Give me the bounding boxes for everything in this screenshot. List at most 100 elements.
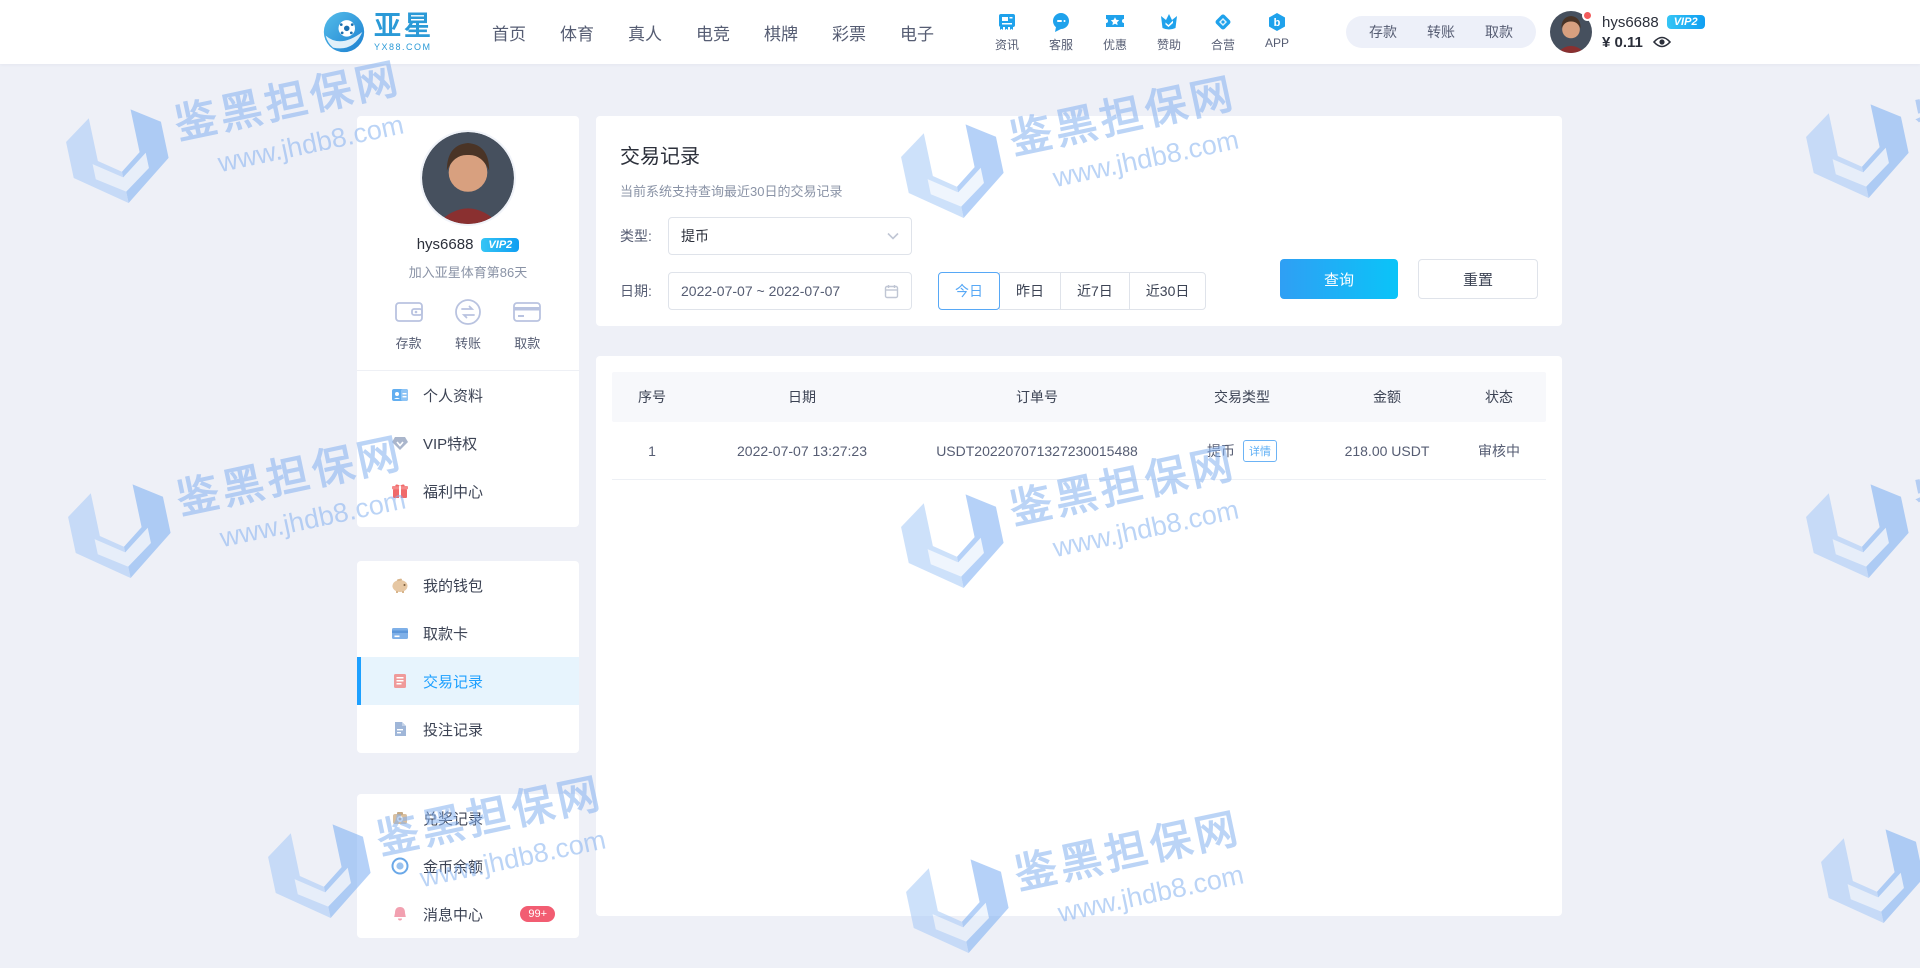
app-icon: b	[1266, 11, 1288, 33]
nav-home[interactable]: 首页	[492, 20, 526, 45]
query-button[interactable]: 查询	[1280, 259, 1398, 299]
coin-icon	[391, 857, 409, 875]
quick-range-group: 今日 昨日 近7日 近30日	[938, 272, 1206, 310]
reset-button[interactable]: 重置	[1418, 259, 1538, 299]
avatar[interactable]	[420, 130, 516, 226]
sidebar-item-prizes[interactable]: 兑奖记录	[357, 794, 579, 842]
pill-withdraw[interactable]: 取款	[1470, 22, 1528, 42]
user-block: hys6688 VIP2 ¥ 0.11	[1550, 11, 1705, 53]
quick-label: 客服	[1049, 36, 1073, 53]
quick-links: 资讯 客服 优惠 赞助 合营 b	[982, 11, 1306, 53]
profile-vip-badge: VIP2	[481, 238, 519, 252]
partner-handshake-icon	[1212, 11, 1234, 33]
news-icon	[996, 11, 1018, 33]
quick-label: APP	[1265, 36, 1289, 50]
range-yesterday-button[interactable]: 昨日	[999, 272, 1061, 310]
bets-doc-icon	[391, 720, 409, 738]
quick-news[interactable]: 资讯	[982, 11, 1032, 53]
menu-label: VIP特权	[423, 433, 477, 454]
nav-live[interactable]: 真人	[628, 20, 662, 45]
page-title: 交易记录	[620, 140, 1538, 169]
sidebar-item-vip[interactable]: VIP特权	[357, 419, 579, 467]
watermark: 鉴黑担保网www.jhdb8.com	[1794, 414, 1920, 592]
bank-card-icon	[391, 624, 409, 642]
eye-icon[interactable]	[1653, 35, 1671, 49]
quick-promo[interactable]: 优惠	[1090, 11, 1140, 53]
filter-card: 交易记录 当前系统支持查询最近30日的交易记录 类型: 提币 日期: 2022-…	[596, 116, 1562, 326]
menu-label: 取款卡	[423, 623, 468, 644]
watermark-logo-icon	[1794, 94, 1920, 212]
date-range-input[interactable]: 2022-07-07 ~ 2022-07-07	[668, 272, 912, 310]
quick-label: 资讯	[995, 36, 1019, 53]
vip-gem-icon	[391, 434, 409, 452]
prize-icon	[391, 809, 409, 827]
nav-slots[interactable]: 电子	[900, 20, 934, 45]
col-status: 状态	[1452, 387, 1546, 407]
sidebar-item-withdraw-card[interactable]: 取款卡	[357, 609, 579, 657]
col-index: 序号	[612, 387, 692, 407]
sidebar-transfer-button[interactable]: 转账	[452, 297, 484, 352]
quick-label: 优惠	[1103, 36, 1127, 53]
sidebar-item-messages[interactable]: 消息中心 99+	[357, 890, 579, 938]
nav-esports[interactable]: 电竞	[696, 20, 730, 45]
sidebar-wallet-card: 我的钱包 取款卡 交易记录 投注记录	[357, 561, 579, 753]
joined-days: 加入亚星体育第86天	[409, 262, 527, 281]
pill-transfer[interactable]: 转账	[1412, 22, 1470, 42]
nav-chess[interactable]: 棋牌	[764, 20, 798, 45]
calendar-icon	[884, 284, 899, 299]
menu-label: 我的钱包	[423, 575, 483, 596]
type-select[interactable]: 提币	[668, 217, 912, 255]
nav-lottery[interactable]: 彩票	[832, 20, 866, 45]
menu-label: 投注记录	[423, 719, 483, 740]
sidebar-item-bets[interactable]: 投注记录	[357, 705, 579, 753]
col-order-no: 订单号	[912, 387, 1162, 407]
header-avatar[interactable]	[1550, 11, 1592, 53]
pill-deposit[interactable]: 存款	[1354, 22, 1412, 42]
action-label: 存款	[396, 333, 422, 352]
cell-date: 2022-07-07 13:27:23	[692, 443, 912, 459]
range-today-button[interactable]: 今日	[938, 272, 1000, 310]
menu-label: 金币余额	[423, 856, 483, 877]
cell-index: 1	[612, 443, 692, 459]
brand-domain: YX88.COM	[374, 43, 434, 52]
cell-order-no: USDT202207071327230015488	[912, 443, 1162, 459]
sidebar-withdraw-button[interactable]: 取款	[511, 297, 543, 352]
sidebar-item-wallet[interactable]: 我的钱包	[357, 561, 579, 609]
svg-text:b: b	[1274, 17, 1281, 29]
cell-type-value: 提币	[1207, 441, 1235, 461]
sidebar-item-profile[interactable]: 个人资料	[357, 371, 579, 419]
date-label: 日期:	[620, 281, 668, 301]
watermark-logo-icon	[1794, 474, 1920, 592]
cell-type: 提币 详情	[1162, 440, 1322, 462]
site-logo[interactable]: 亚星 YX88.COM	[322, 10, 434, 54]
balance-amount: ¥ 0.11	[1602, 34, 1643, 51]
range-30days-button[interactable]: 近30日	[1129, 272, 1207, 310]
col-date: 日期	[692, 387, 912, 407]
sidebar-deposit-button[interactable]: 存款	[393, 297, 425, 352]
quick-app[interactable]: b APP	[1252, 11, 1302, 53]
sponsor-crown-icon	[1158, 11, 1180, 33]
type-select-value: 提币	[681, 226, 887, 246]
watermark-title: 鉴黑担保网	[1908, 419, 1920, 526]
sidebar-profile-card: hys6688 VIP2 加入亚星体育第86天 存款 转账 取款	[357, 116, 579, 527]
id-card-icon	[391, 386, 409, 404]
brand-name: 亚星	[374, 13, 434, 40]
message-count-badge: 99+	[520, 906, 555, 922]
quick-service[interactable]: 客服	[1036, 11, 1086, 53]
sidebar-item-welfare[interactable]: 福利中心	[357, 467, 579, 515]
cell-status: 审核中	[1452, 441, 1546, 461]
notification-dot	[1582, 10, 1593, 21]
detail-button[interactable]: 详情	[1243, 440, 1277, 462]
main-nav: 首页 体育 真人 电竞 棋牌 彩票 电子	[492, 20, 968, 45]
quick-sponsor[interactable]: 赞助	[1144, 11, 1194, 53]
records-table-card: 序号 日期 订单号 交易类型 金额 状态 1 2022-07-07 13:27:…	[596, 356, 1562, 916]
range-7days-button[interactable]: 近7日	[1060, 272, 1130, 310]
menu-label: 交易记录	[423, 671, 483, 692]
nav-sports[interactable]: 体育	[560, 20, 594, 45]
menu-label: 消息中心	[423, 904, 483, 925]
sidebar-item-coins[interactable]: 金币余额	[357, 842, 579, 890]
sidebar-item-transactions[interactable]: 交易记录	[357, 657, 579, 705]
quick-partner[interactable]: 合营	[1198, 11, 1248, 53]
vip-badge: VIP2	[1667, 15, 1705, 29]
customer-service-icon	[1050, 11, 1072, 33]
